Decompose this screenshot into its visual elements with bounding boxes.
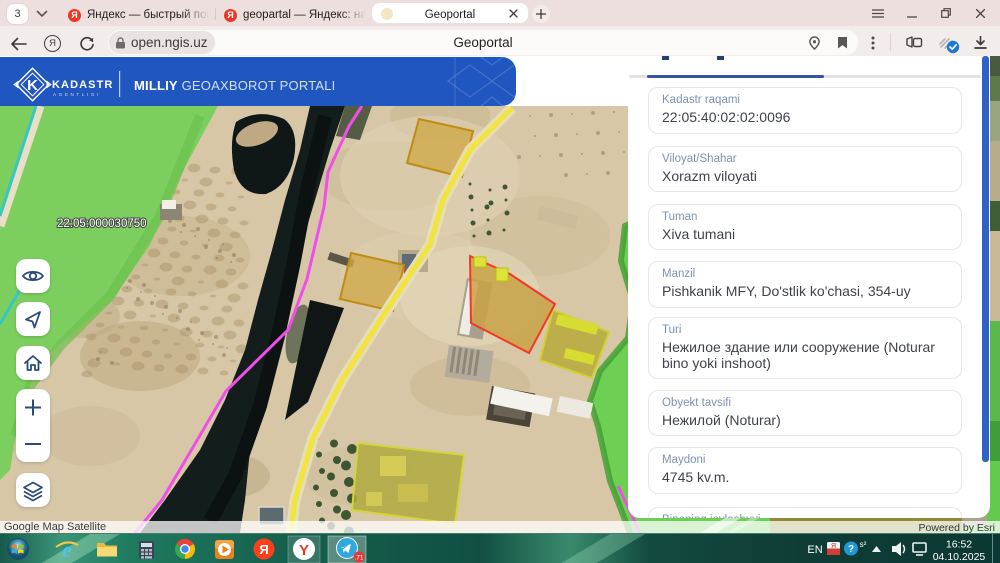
svg-text:Я: Я: [831, 543, 836, 550]
svg-text:s²: s²: [860, 540, 867, 549]
svg-text:MILLIY GEOAXBOROT PORTALI: MILLIY GEOAXBOROT PORTALI: [134, 78, 336, 93]
svg-text:16:52: 16:52: [946, 539, 972, 551]
svg-text:Я: Я: [259, 542, 268, 557]
svg-text:22:05:000030750: 22:05:000030750: [57, 218, 147, 230]
svg-text:EN: EN: [807, 544, 822, 556]
svg-text:Y: Y: [299, 542, 309, 559]
svg-text:04.10.2025: 04.10.2025: [933, 551, 986, 563]
svg-text:.71: .71: [354, 555, 363, 562]
svg-text:AGENTLIGI: AGENTLIGI: [53, 92, 101, 97]
svg-text:e: e: [62, 537, 72, 562]
svg-text:?: ?: [848, 544, 854, 555]
svg-text:K: K: [27, 77, 38, 94]
svg-text:KADASTR: KADASTR: [52, 79, 113, 91]
